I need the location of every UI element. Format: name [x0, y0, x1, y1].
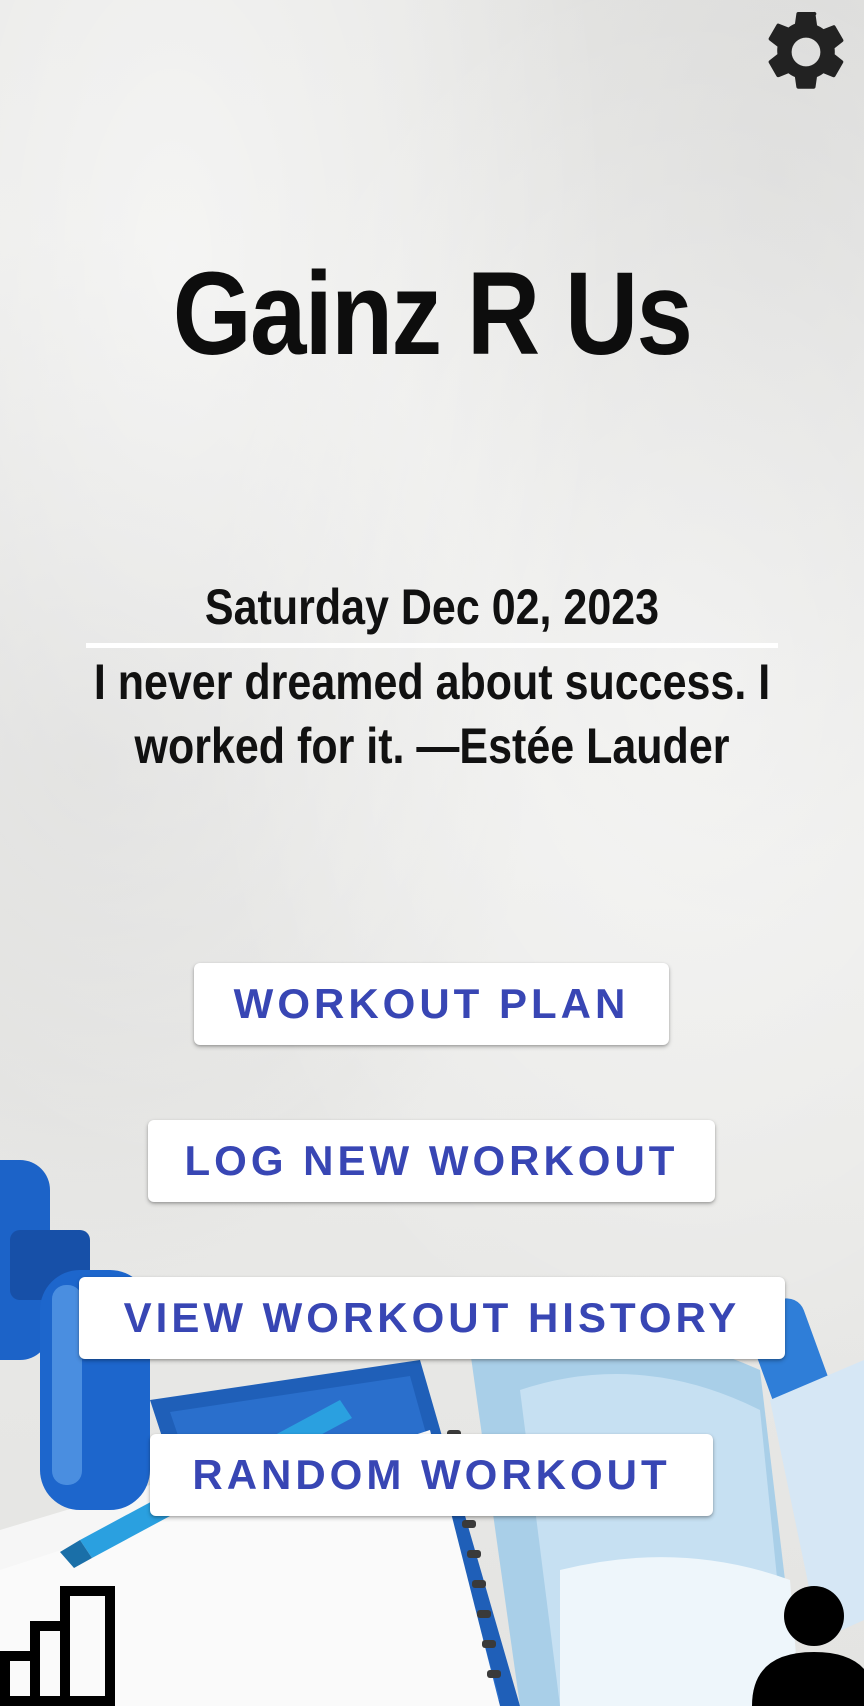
motivational-quote: I never dreamed about success. I worked …: [93, 654, 771, 774]
gear-icon[interactable]: [758, 4, 854, 100]
workout-plan-button[interactable]: WORKOUT PLAN: [194, 963, 669, 1045]
date-divider: [86, 643, 778, 648]
home-screen: Gainz R Us Saturday Dec 02, 2023 I never…: [0, 0, 864, 1706]
current-date: Saturday Dec 02, 2023: [204, 579, 660, 635]
bar-chart-icon[interactable]: [0, 1586, 118, 1706]
person-icon[interactable]: [752, 1586, 864, 1706]
log-new-workout-button[interactable]: LOG NEW WORKOUT: [148, 1120, 715, 1202]
view-workout-history-button[interactable]: VIEW WORKOUT HISTORY: [79, 1277, 785, 1359]
random-workout-button[interactable]: RANDOM WORKOUT: [150, 1434, 713, 1516]
app-title: Gainz R Us: [172, 248, 693, 380]
